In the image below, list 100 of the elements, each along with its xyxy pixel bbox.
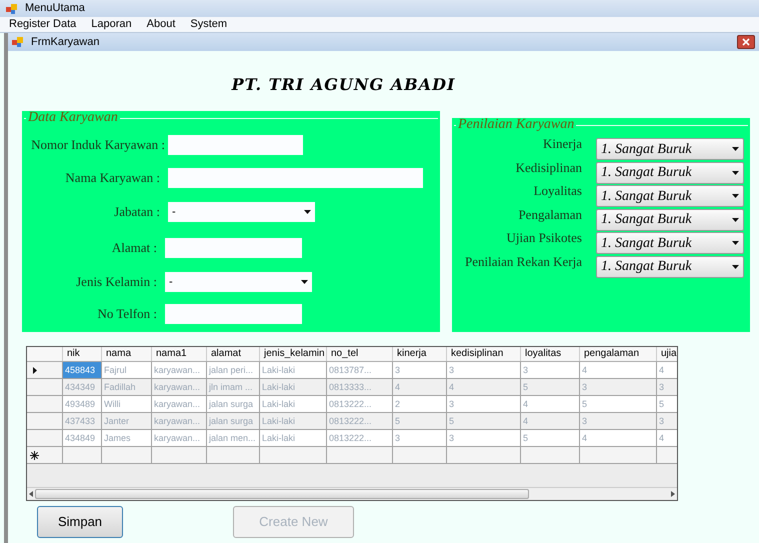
company-heading: PT. TRI AGUNG ABADI [232, 77, 456, 93]
table-cell: jalan surga [207, 396, 260, 412]
dropdown[interactable]: - [168, 202, 315, 222]
column-header[interactable]: nama [102, 347, 152, 361]
table-cell: Fajrul [102, 362, 152, 378]
field-label: Pengalaman [518, 206, 582, 222]
table-cell: karyawan... [152, 362, 207, 378]
current-row-icon [33, 366, 37, 374]
new-row-icon [30, 450, 39, 460]
table-cell: 458843 [63, 362, 102, 378]
field-label: Jabatan : [114, 203, 160, 222]
menu-item[interactable]: About [146, 16, 176, 33]
table-cell: 3 [447, 430, 521, 446]
table-cell: 3 [657, 413, 677, 429]
table-cell: 3 [447, 396, 521, 412]
table-cell: 4 [521, 413, 580, 429]
table-cell: James [102, 430, 152, 446]
scroll-left-icon[interactable] [29, 491, 33, 497]
table-cell: Fadillah [102, 379, 152, 395]
dropdown[interactable]: 1. Sangat Buruk [596, 138, 744, 160]
table-cell: karyawan... [152, 413, 207, 429]
table-cell: 4 [580, 430, 657, 446]
scroll-right-icon[interactable] [671, 491, 675, 497]
dropdown-arrow-icon [732, 241, 739, 245]
dropdown[interactable]: 1. Sangat Buruk [596, 185, 744, 207]
menu-item[interactable]: Register Data [9, 16, 76, 33]
table-cell: 3 [657, 379, 677, 395]
field-label: Ujian Psikotes [506, 230, 582, 245]
table-cell: 5 [447, 413, 521, 429]
dropdown[interactable]: 1. Sangat Buruk [596, 162, 744, 184]
field-label: No Telfon : [97, 305, 157, 324]
column-header[interactable]: loyalitas [521, 347, 580, 361]
table-cell: 0813787... [327, 362, 393, 378]
field-label: Nama Karyawan : [65, 168, 160, 187]
text-field[interactable] [168, 168, 423, 188]
table-cell: 0813222... [327, 396, 393, 412]
table-cell: 3 [447, 362, 521, 378]
table-cell: Willi [102, 396, 152, 412]
dropdown[interactable]: - [165, 272, 312, 292]
table-cell: 4 [393, 379, 447, 395]
table-cell: jalan peri... [207, 362, 260, 378]
table-cell: 2 [393, 396, 447, 412]
table-cell: jalan men... [207, 430, 260, 446]
column-header[interactable]: pengalaman [580, 347, 657, 361]
column-header[interactable]: nik [63, 347, 102, 361]
field-label: Kedisiplinan [516, 160, 582, 174]
table-cell: 4 [521, 396, 580, 412]
action-button[interactable]: Simpan [37, 506, 123, 538]
dropdown-arrow-icon [732, 264, 739, 268]
app-icon [6, 4, 17, 14]
dropdown[interactable]: 1. Sangat Buruk [596, 208, 744, 230]
table-cell: 3 [521, 362, 580, 378]
table-cell: 493489 [63, 396, 102, 412]
horizontal-scrollbar[interactable] [27, 487, 677, 500]
table-cell: 4 [447, 379, 521, 395]
table-cell: 434849 [63, 430, 102, 446]
field-label: Jenis Kelamin : [76, 273, 157, 292]
column-header[interactable]: jenis_kelamin [260, 347, 327, 361]
text-field[interactable] [165, 238, 302, 258]
table-cell: Janter [102, 413, 152, 429]
column-header[interactable]: no_tel [327, 347, 393, 361]
text-field[interactable] [168, 134, 303, 154]
menu-item[interactable]: System [190, 16, 228, 33]
table-cell: karyawan... [152, 379, 207, 395]
dropdown-arrow-icon [304, 210, 311, 214]
table-cell: 4 [657, 430, 677, 446]
close-icon [742, 38, 750, 46]
table-cell: 4 [580, 362, 657, 378]
column-header[interactable]: kedisiplinan [447, 347, 521, 361]
table-cell: 437433 [63, 413, 102, 429]
table-cell: Laki-laki [260, 362, 327, 378]
table-cell: 5 [521, 430, 580, 446]
table-cell: 3 [580, 379, 657, 395]
menu-item[interactable]: Laporan [91, 16, 132, 33]
column-header[interactable]: kinerja [393, 347, 447, 361]
dropdown-arrow-icon [732, 194, 739, 198]
field-label: Nomor Induk Karyawan : [31, 136, 165, 154]
field-label: Loyalitas [534, 183, 582, 198]
table-cell: 0813222... [327, 413, 393, 429]
column-header[interactable]: ujia [657, 347, 677, 361]
text-field[interactable] [165, 304, 302, 324]
window-title: MenuUtama [25, 1, 85, 16]
close-button[interactable] [737, 35, 755, 49]
row-header[interactable] [27, 362, 63, 378]
table-cell: 5 [657, 396, 677, 412]
field-label: Alamat : [112, 239, 157, 258]
table-cell: 3 [393, 430, 447, 446]
table-cell: 3 [580, 413, 657, 429]
dropdown[interactable]: 1. Sangat Buruk [596, 256, 744, 278]
table-cell: Laki-laki [260, 379, 327, 395]
scrollbar-thumb[interactable] [35, 489, 529, 499]
table-cell: karyawan... [152, 430, 207, 446]
table-cell: 434349 [63, 379, 102, 395]
dropdown-arrow-icon [732, 170, 739, 174]
table-cell: 5 [521, 379, 580, 395]
window-title: FrmKaryawan [31, 34, 100, 50]
table-cell: 0813333... [327, 379, 393, 395]
column-header[interactable]: nama1 [152, 347, 207, 361]
column-header[interactable]: alamat [207, 347, 260, 361]
dropdown[interactable]: 1. Sangat Buruk [596, 232, 744, 254]
